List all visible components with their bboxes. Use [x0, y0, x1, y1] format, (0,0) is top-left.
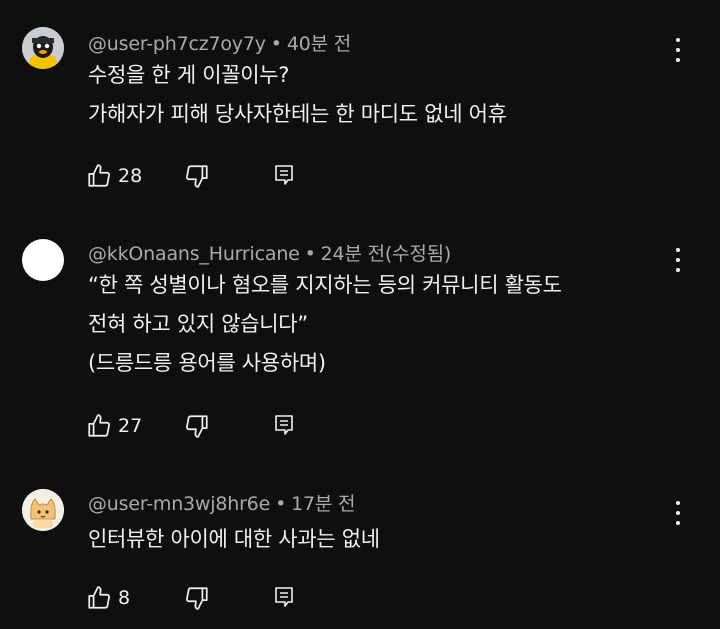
- more-vert-icon[interactable]: [670, 500, 686, 526]
- comment-meta: @kkOnaans_Hurricane • 24분 전(수정됨): [88, 239, 451, 266]
- like-button[interactable]: 27: [86, 413, 142, 439]
- comment-item: @kkOnaans_Hurricane • 24분 전(수정됨) “한 쪽 성별이나…: [0, 210, 720, 470]
- reply-icon: [275, 587, 293, 607]
- meta-separator: •: [304, 243, 316, 265]
- thumbs-up-icon: [88, 414, 110, 437]
- like-count: 28: [118, 165, 143, 187]
- thumbs-up-icon: [88, 164, 110, 187]
- like-button[interactable]: 8: [86, 585, 130, 611]
- comment-time[interactable]: 17분 전: [291, 493, 355, 515]
- comment-line: (드릉드릉 용어를 사용하며): [88, 351, 326, 375]
- thumbs-down-icon: [186, 165, 208, 188]
- thumbs-down-icon: [186, 587, 208, 610]
- reply-icon: [275, 415, 293, 435]
- meta-separator: •: [270, 33, 282, 55]
- comment-meta: @user-mn3wj8hr6e • 17분 전: [88, 489, 355, 516]
- reply-button[interactable]: [273, 413, 295, 437]
- comment-time[interactable]: 24분 전(수정됨): [321, 243, 452, 265]
- cat-avatar-icon: [22, 489, 64, 531]
- thumbs-down-icon: [186, 415, 208, 438]
- thumbs-up-icon: [88, 586, 110, 609]
- duck-avatar-icon: [22, 27, 64, 69]
- comment-text: “한 쪽 성별이나 혐오를 지지하는 등의 커뮤니티 활동도 전혀 하고 있지 …: [88, 266, 680, 383]
- like-count: 27: [118, 415, 143, 437]
- comment-line: 전혀 하고 있지 않습니다”: [88, 312, 308, 336]
- reply-button[interactable]: [273, 585, 295, 609]
- avatar[interactable]: [22, 489, 64, 531]
- comment-line: 수정을 한 게 이꼴이누?: [88, 63, 290, 87]
- more-vert-icon[interactable]: [670, 37, 686, 63]
- avatar[interactable]: [22, 239, 64, 281]
- reply-button[interactable]: [273, 163, 295, 187]
- dislike-button[interactable]: [184, 585, 210, 611]
- comment-text: 수정을 한 게 이꼴이누? 가해자가 피해 당사자한테는 한 마디도 없네 어휴: [88, 56, 680, 134]
- comment-author[interactable]: @kkOnaans_Hurricane: [88, 243, 300, 265]
- reply-icon: [275, 165, 293, 185]
- dislike-button[interactable]: [184, 413, 210, 439]
- comment-item: @user-ph7cz7oy7y • 40분 전 수정을 한 게 이꼴이누? 가해자…: [0, 0, 720, 210]
- meta-separator: •: [275, 493, 287, 515]
- avatar[interactable]: [22, 27, 64, 69]
- comment-time[interactable]: 40분 전: [287, 33, 351, 55]
- comment-author[interactable]: @user-ph7cz7oy7y: [88, 33, 266, 55]
- like-button[interactable]: 28: [86, 163, 142, 189]
- comment-author[interactable]: @user-mn3wj8hr6e: [88, 493, 270, 515]
- comment-item: @user-mn3wj8hr6e • 17분 전 인터뷰한 아이에 대한 사과는 없…: [0, 460, 720, 629]
- comment-line: “한 쪽 성별이나 혐오를 지지하는 등의 커뮤니티 활동도: [88, 273, 562, 297]
- comment-line: 인터뷰한 아이에 대한 사과는 없네: [88, 527, 380, 551]
- more-vert-icon[interactable]: [670, 247, 686, 273]
- comment-line: 가해자가 피해 당사자한테는 한 마디도 없네 어휴: [88, 102, 507, 126]
- dislike-button[interactable]: [184, 163, 210, 189]
- comment-text: 인터뷰한 아이에 대한 사과는 없네: [88, 520, 680, 559]
- comment-meta: @user-ph7cz7oy7y • 40분 전: [88, 29, 351, 56]
- like-count: 8: [118, 587, 131, 609]
